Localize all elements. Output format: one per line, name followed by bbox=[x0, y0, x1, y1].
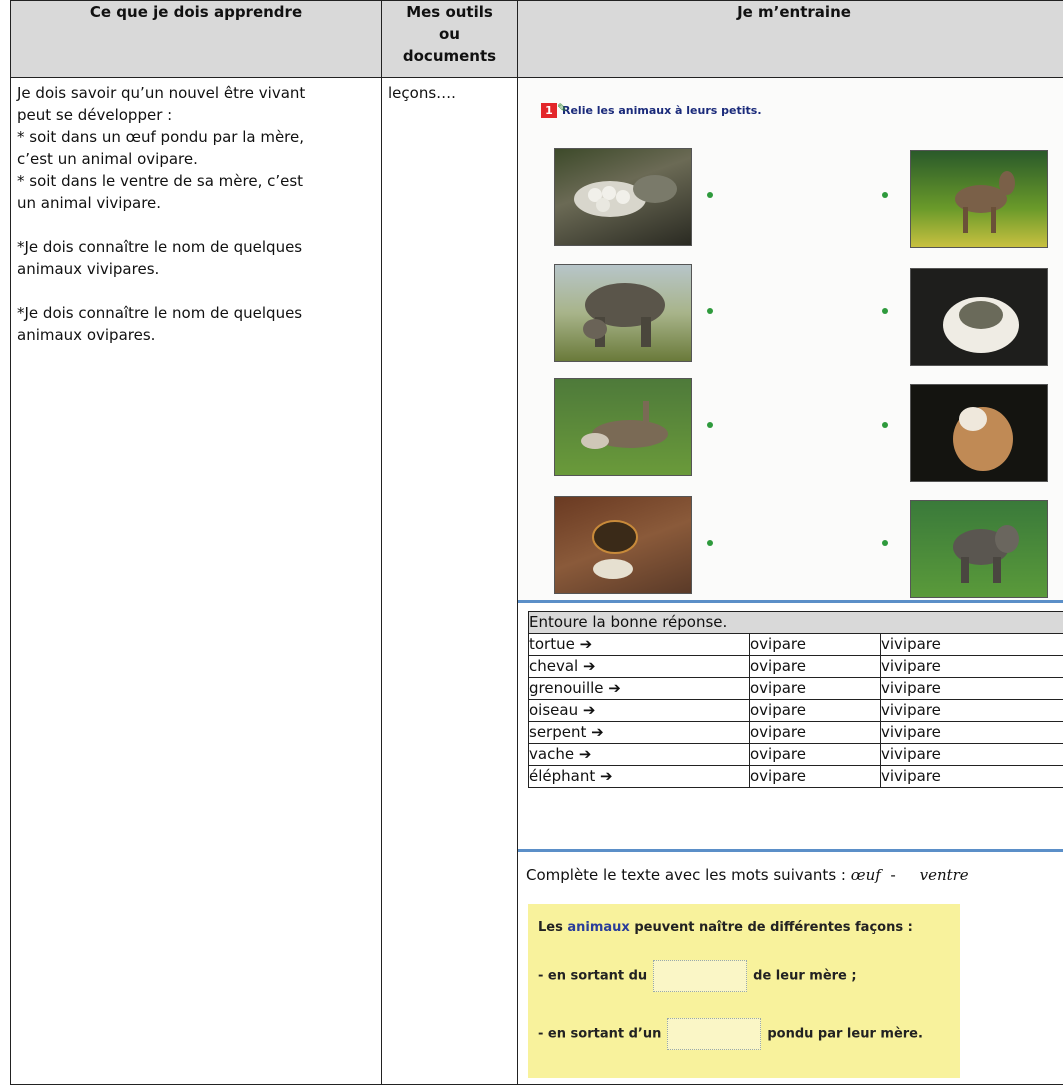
table-row: cheval ➔ ovipare vivipare bbox=[528, 655, 1063, 678]
connect-dot[interactable] bbox=[707, 422, 713, 428]
baby-elephant-image bbox=[953, 525, 1019, 583]
arrow-icon: ➔ bbox=[608, 679, 621, 697]
section-separator bbox=[518, 600, 1063, 603]
fill-in-box: Les animaux peuvent naître de différente… bbox=[528, 904, 960, 1078]
box-line-1: Les animaux peuvent naître de différente… bbox=[538, 920, 913, 935]
arrow-icon: ➔ bbox=[583, 657, 596, 675]
arrow-icon: ➔ bbox=[579, 635, 593, 653]
objective-line: c’est un animal ovipare. bbox=[17, 150, 198, 168]
choice-vivipare[interactable]: vivipare bbox=[880, 633, 1063, 656]
animal-cell: tortue ➔ bbox=[528, 633, 750, 656]
elephant-image bbox=[583, 283, 665, 347]
connect-dot[interactable] bbox=[882, 308, 888, 314]
choice-vivipare[interactable]: vivipare bbox=[880, 699, 1063, 722]
connect-dot[interactable] bbox=[882, 422, 888, 428]
answer-blank-2[interactable] bbox=[667, 1018, 762, 1050]
choice-ovipare[interactable]: ovipare bbox=[749, 743, 881, 766]
choice-ovipare[interactable]: ovipare bbox=[749, 633, 881, 656]
hatching-egg-image bbox=[943, 297, 1019, 353]
connect-dot[interactable] bbox=[707, 192, 713, 198]
practice-cell: 1 ✎ Relie les animaux à leurs petits. En… bbox=[517, 77, 1063, 1085]
arrow-icon: ➔ bbox=[591, 723, 604, 741]
header-row: Ce que je dois apprendre Mes outils ou d… bbox=[10, 0, 1063, 78]
donkey-foal-image bbox=[955, 171, 1015, 233]
objective-line: un animal vivipare. bbox=[17, 194, 162, 212]
pencil-icon: ✎ bbox=[557, 101, 568, 115]
choice-ovipare[interactable]: ovipare bbox=[749, 721, 881, 744]
exercise-2-title: Entoure la bonne réponse. bbox=[528, 611, 1063, 634]
turtle-egg-hatching-photo bbox=[910, 268, 1048, 366]
exercise-2-table: Entoure la bonne réponse. tortue ➔ ovipa… bbox=[528, 611, 1063, 788]
objective-line: * soit dans le ventre de sa mère, c’est bbox=[17, 172, 304, 190]
table-row: éléphant ➔ ovipare vivipare bbox=[528, 765, 1063, 788]
table-row: grenouille ➔ ovipare vivipare bbox=[528, 677, 1063, 700]
baby-turtle-hatching-photo bbox=[554, 496, 692, 594]
baby-turtle-image bbox=[592, 520, 638, 579]
baby-elephant-photo bbox=[910, 500, 1048, 598]
donkey-foal-photo bbox=[910, 150, 1048, 248]
connect-dot[interactable] bbox=[882, 192, 888, 198]
animal-cell: grenouille ➔ bbox=[528, 677, 750, 700]
section-separator bbox=[518, 849, 1063, 852]
exercise-1-matching: 1 ✎ Relie les animaux à leurs petits. bbox=[518, 78, 1063, 602]
table-row: vache ➔ ovipare vivipare bbox=[528, 743, 1063, 766]
cracked-egg-photo bbox=[910, 384, 1048, 482]
worksheet-table: Ce que je dois apprendre Mes outils ou d… bbox=[10, 0, 1063, 1085]
box-line-3: - en sortant d’un pondu par leur mère. bbox=[538, 1018, 923, 1050]
connect-dot[interactable] bbox=[707, 308, 713, 314]
table-row: oiseau ➔ ovipare vivipare bbox=[528, 699, 1063, 722]
choice-vivipare[interactable]: vivipare bbox=[880, 677, 1063, 700]
objective-line: *Je dois connaître le nom de quelques bbox=[17, 304, 303, 322]
arrow-icon: ➔ bbox=[578, 745, 592, 763]
connect-dot[interactable] bbox=[882, 540, 888, 546]
choice-ovipare[interactable]: ovipare bbox=[749, 765, 881, 788]
header-learn: Ce que je dois apprendre bbox=[10, 0, 382, 78]
tools-text: leçons…. bbox=[388, 84, 456, 102]
choice-ovipare[interactable]: ovipare bbox=[749, 699, 881, 722]
choice-ovipare[interactable]: ovipare bbox=[749, 655, 881, 678]
answer-blank-1[interactable] bbox=[653, 960, 748, 992]
header-tools: Mes outils ou documents bbox=[381, 0, 518, 78]
exercise-1-title: 1 ✎ Relie les animaux à leurs petits. bbox=[541, 101, 762, 118]
learning-objectives: Je dois savoir qu’un nouvel être vivant … bbox=[10, 77, 382, 1085]
exercise-number-badge: 1 bbox=[541, 103, 557, 118]
elephant-calf-nursing-photo bbox=[554, 264, 692, 362]
exercise-3-instruction: Complète le texte avec les mots suivants… bbox=[526, 866, 969, 884]
objective-line: peut se développer : bbox=[17, 106, 173, 124]
objective-line: * soit dans un œuf pondu par la mère, bbox=[17, 128, 305, 146]
box-line-2: - en sortant du de leur mère ; bbox=[538, 960, 857, 992]
animal-cell: éléphant ➔ bbox=[528, 765, 750, 788]
table-row: tortue ➔ ovipare vivipare bbox=[528, 633, 1063, 656]
objective-line: Je dois savoir qu’un nouvel être vivant bbox=[17, 84, 306, 102]
animal-cell: oiseau ➔ bbox=[528, 699, 750, 722]
animal-cell: serpent ➔ bbox=[528, 721, 750, 744]
choice-vivipare[interactable]: vivipare bbox=[880, 721, 1063, 744]
animal-cell: vache ➔ bbox=[528, 743, 750, 766]
choice-vivipare[interactable]: vivipare bbox=[880, 655, 1063, 678]
header-practice: Je m’entraine bbox=[517, 0, 1063, 78]
arrow-icon: ➔ bbox=[600, 767, 613, 785]
word-oeuf: œuf bbox=[850, 866, 881, 884]
tools-cell: leçons…. bbox=[381, 77, 518, 1085]
cracked-egg-image bbox=[953, 407, 1013, 471]
donkey-foal-lying-photo bbox=[554, 378, 692, 476]
choice-vivipare[interactable]: vivipare bbox=[880, 765, 1063, 788]
word-ventre: ventre bbox=[919, 866, 969, 884]
worksheet: Ce que je dois apprendre Mes outils ou d… bbox=[10, 0, 1063, 1085]
arrow-icon: ➔ bbox=[582, 701, 596, 719]
objective-line: animaux ovipares. bbox=[17, 326, 156, 344]
tortoise-eggs-photo bbox=[554, 148, 692, 246]
exercise-1-instruction: Relie les animaux à leurs petits. bbox=[562, 104, 762, 117]
table-row: serpent ➔ ovipare vivipare bbox=[528, 721, 1063, 744]
donkey-lying-image bbox=[581, 401, 668, 449]
choice-vivipare[interactable]: vivipare bbox=[880, 743, 1063, 766]
objective-line: *Je dois connaître le nom de quelques bbox=[17, 238, 303, 256]
objective-line: animaux vivipares. bbox=[17, 260, 160, 278]
tortoise-eggs-image bbox=[574, 175, 677, 217]
connect-dot[interactable] bbox=[707, 540, 713, 546]
choice-ovipare[interactable]: ovipare bbox=[749, 677, 881, 700]
animal-cell: cheval ➔ bbox=[528, 655, 750, 678]
